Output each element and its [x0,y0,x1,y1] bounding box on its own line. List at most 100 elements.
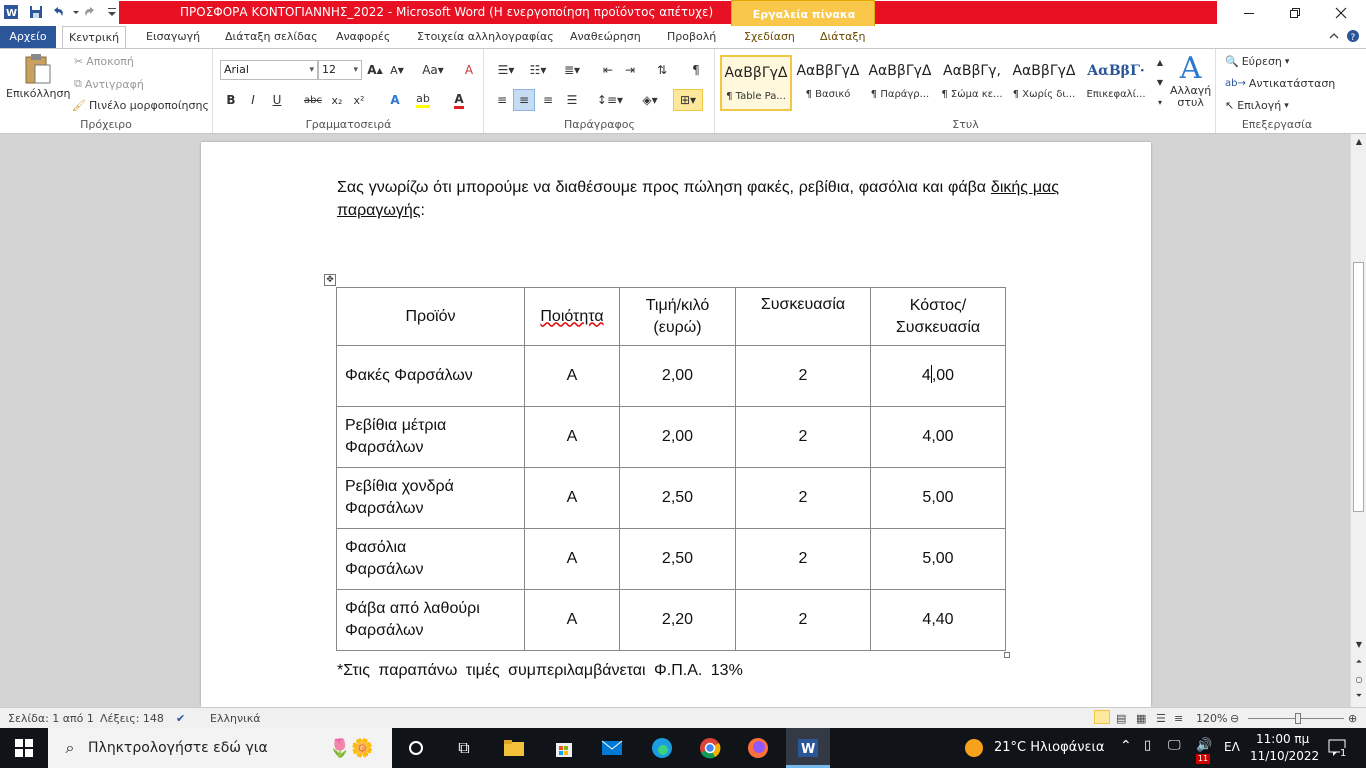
volume-icon[interactable]: 🔊 [1196,738,1212,753]
customize-toolbar-icon[interactable] [104,4,116,20]
tab-review[interactable]: Αναθεώρηση [564,26,647,48]
styles-more-icon[interactable]: ▾ [1154,93,1166,111]
style-body-text[interactable]: ΑαΒβΓγ, ¶ Σώμα κε... [936,55,1008,111]
strikethrough-icon[interactable]: abc [302,89,324,111]
replace-button[interactable]: ab→ Αντικατάσταση [1225,77,1335,90]
shrink-font-icon[interactable]: A ▼ [386,59,408,81]
tab-home[interactable]: Κεντρική [62,26,127,49]
undo-icon[interactable] [50,4,66,20]
style-table-paragraph[interactable]: ΑαΒβΓγΔ ¶ Table Pa... [720,55,792,111]
task-view-icon[interactable]: ⧉ [452,736,476,760]
clear-formatting-icon[interactable]: A [458,59,480,81]
style-no-spacing[interactable]: ΑαΒβΓγΔ ¶ Χωρίς δι... [1008,55,1080,111]
tab-table-design[interactable]: Σχεδίαση [738,26,801,48]
copy-button[interactable]: ⧉ Αντιγραφή [74,77,144,91]
table-move-handle-icon[interactable]: ✥ [324,274,336,286]
bullets-icon[interactable]: ☰▾ [491,59,521,81]
italic-icon[interactable]: I [242,89,264,111]
file-explorer-icon[interactable] [502,736,526,760]
firefox-browser-icon[interactable] [746,736,770,760]
align-right-icon[interactable]: ≡ [537,89,559,111]
cell-cost[interactable]: 5,00 [870,528,1006,590]
header-quality[interactable]: Ποιότητα [524,287,620,346]
cell-quality[interactable]: Α [524,406,620,468]
table-resize-handle[interactable] [1004,652,1010,658]
change-styles-button[interactable]: A Αλλαγή στυλ [1170,53,1211,109]
tab-view[interactable]: Προβολή [661,26,722,48]
clock-date[interactable]: 11/10/2022 [1250,749,1319,763]
header-packaging[interactable]: Συσκευασία [735,287,871,346]
word-taskbar-icon[interactable]: W [796,736,820,760]
tab-page-layout[interactable]: Διάταξη σελίδας [219,26,324,48]
network-icon[interactable]: 🖵 [1168,738,1181,753]
cell-cost[interactable]: 5,00 [870,467,1006,529]
style-list-paragraph[interactable]: ΑαΒβΓγΔ ¶ Παράγρ... [864,55,936,111]
tab-references[interactable]: Αναφορές [330,26,396,48]
weather-text[interactable]: 21°C Ηλιοφάνεια [994,740,1104,755]
multilevel-list-icon[interactable]: ≣▾ [557,59,587,81]
show-paragraph-marks-icon[interactable]: ¶ [685,59,707,81]
cell-price[interactable]: 2,00 [619,406,736,468]
help-icon[interactable]: ? [1344,26,1362,46]
line-spacing-icon[interactable]: ↕≡▾ [595,89,625,111]
header-product[interactable]: Προϊόν [336,287,525,346]
cell-product[interactable]: Ρεβίθια χονδρά Φαρσάλων [336,467,525,529]
cell-packaging[interactable]: 2 [735,467,871,529]
cell-product[interactable]: Ρεβίθια μέτρια Φαρσάλων [336,406,525,468]
subscript-icon[interactable]: x₂ [326,89,348,111]
document-area[interactable]: Σας γνωρίζω ότι μπορούμε να διαθέσουμε π… [0,134,1350,707]
cell-quality[interactable]: Α [524,589,620,651]
cell-quality[interactable]: Α [524,528,620,590]
web-layout-view-icon[interactable]: ▦ [1136,712,1146,725]
mail-icon[interactable] [600,736,624,760]
browse-object-icon[interactable]: ○ [1351,672,1366,686]
borders-icon[interactable]: ⊞▾ [673,89,703,111]
cell-cost[interactable]: 4,00 [870,406,1006,468]
device-icon[interactable]: ▯ [1144,738,1151,753]
justify-icon[interactable]: ☰ [561,89,583,111]
proofing-icon[interactable]: ✔ [176,712,185,725]
superscript-icon[interactable]: x² [348,89,370,111]
scroll-down-icon[interactable]: ▼ [1351,637,1366,651]
zoom-level[interactable]: 120% [1196,712,1227,725]
bold-icon[interactable]: B [220,89,242,111]
tab-insert[interactable]: Εισαγωγή [140,26,206,48]
weather-sun-icon[interactable] [962,736,986,760]
tray-badge[interactable]: 11 [1196,754,1210,764]
cell-product[interactable]: Φακές Φαρσάλων [336,345,525,407]
align-center-icon[interactable]: ≡ [513,89,535,111]
word-app-icon[interactable]: W [3,4,19,20]
numbering-icon[interactable]: ☷▾ [523,59,553,81]
cell-price[interactable]: 2,00 [619,345,736,407]
product-table[interactable]: Προϊόν Ποιότητα Τιμή/κιλό (ευρώ) Συσκευα… [336,287,1006,651]
font-color-icon[interactable]: A [448,89,470,111]
input-language[interactable]: ΕΛ [1224,740,1240,754]
cell-quality[interactable]: Α [524,345,620,407]
cortana-icon[interactable] [404,736,428,760]
minimize-button[interactable] [1226,0,1272,26]
cell-cost[interactable]: 4,40 [870,589,1006,651]
zoom-slider-thumb[interactable] [1295,713,1302,724]
microsoft-store-icon[interactable] [552,736,576,760]
tab-mailings[interactable]: Στοιχεία αλληλογραφίας [411,26,560,48]
change-case-icon[interactable]: Aa▾ [418,59,448,81]
format-painter-button[interactable]: 🖌 Πινέλο μορφοποίησης [72,99,209,112]
redo-icon[interactable] [82,4,98,20]
cell-packaging[interactable]: 2 [735,345,871,407]
language-indicator[interactable]: Ελληνικά [210,712,261,725]
previous-page-icon[interactable]: ⏶ [1351,655,1366,669]
scrollbar-thumb[interactable] [1353,262,1364,512]
close-button[interactable] [1318,0,1364,26]
print-layout-view-icon[interactable] [1094,710,1110,724]
styles-scroll-down-icon[interactable]: ▼ [1154,73,1166,91]
cell-packaging[interactable]: 2 [735,528,871,590]
font-size-dropdown[interactable]: 12 [318,60,362,80]
cell-packaging[interactable]: 2 [735,406,871,468]
document-page[interactable]: Σας γνωρίζω ότι μπορούμε να διαθέσουμε π… [201,142,1151,707]
word-count[interactable]: Λέξεις: 148 [100,712,164,725]
underline-icon[interactable]: U [266,89,288,111]
draft-view-icon[interactable]: ≡ [1174,712,1183,725]
restore-button[interactable] [1272,0,1318,26]
cell-product[interactable]: Φάβα από λαθούρι Φαρσάλων [336,589,525,651]
clock-time[interactable]: 11:00 πμ [1256,732,1309,746]
